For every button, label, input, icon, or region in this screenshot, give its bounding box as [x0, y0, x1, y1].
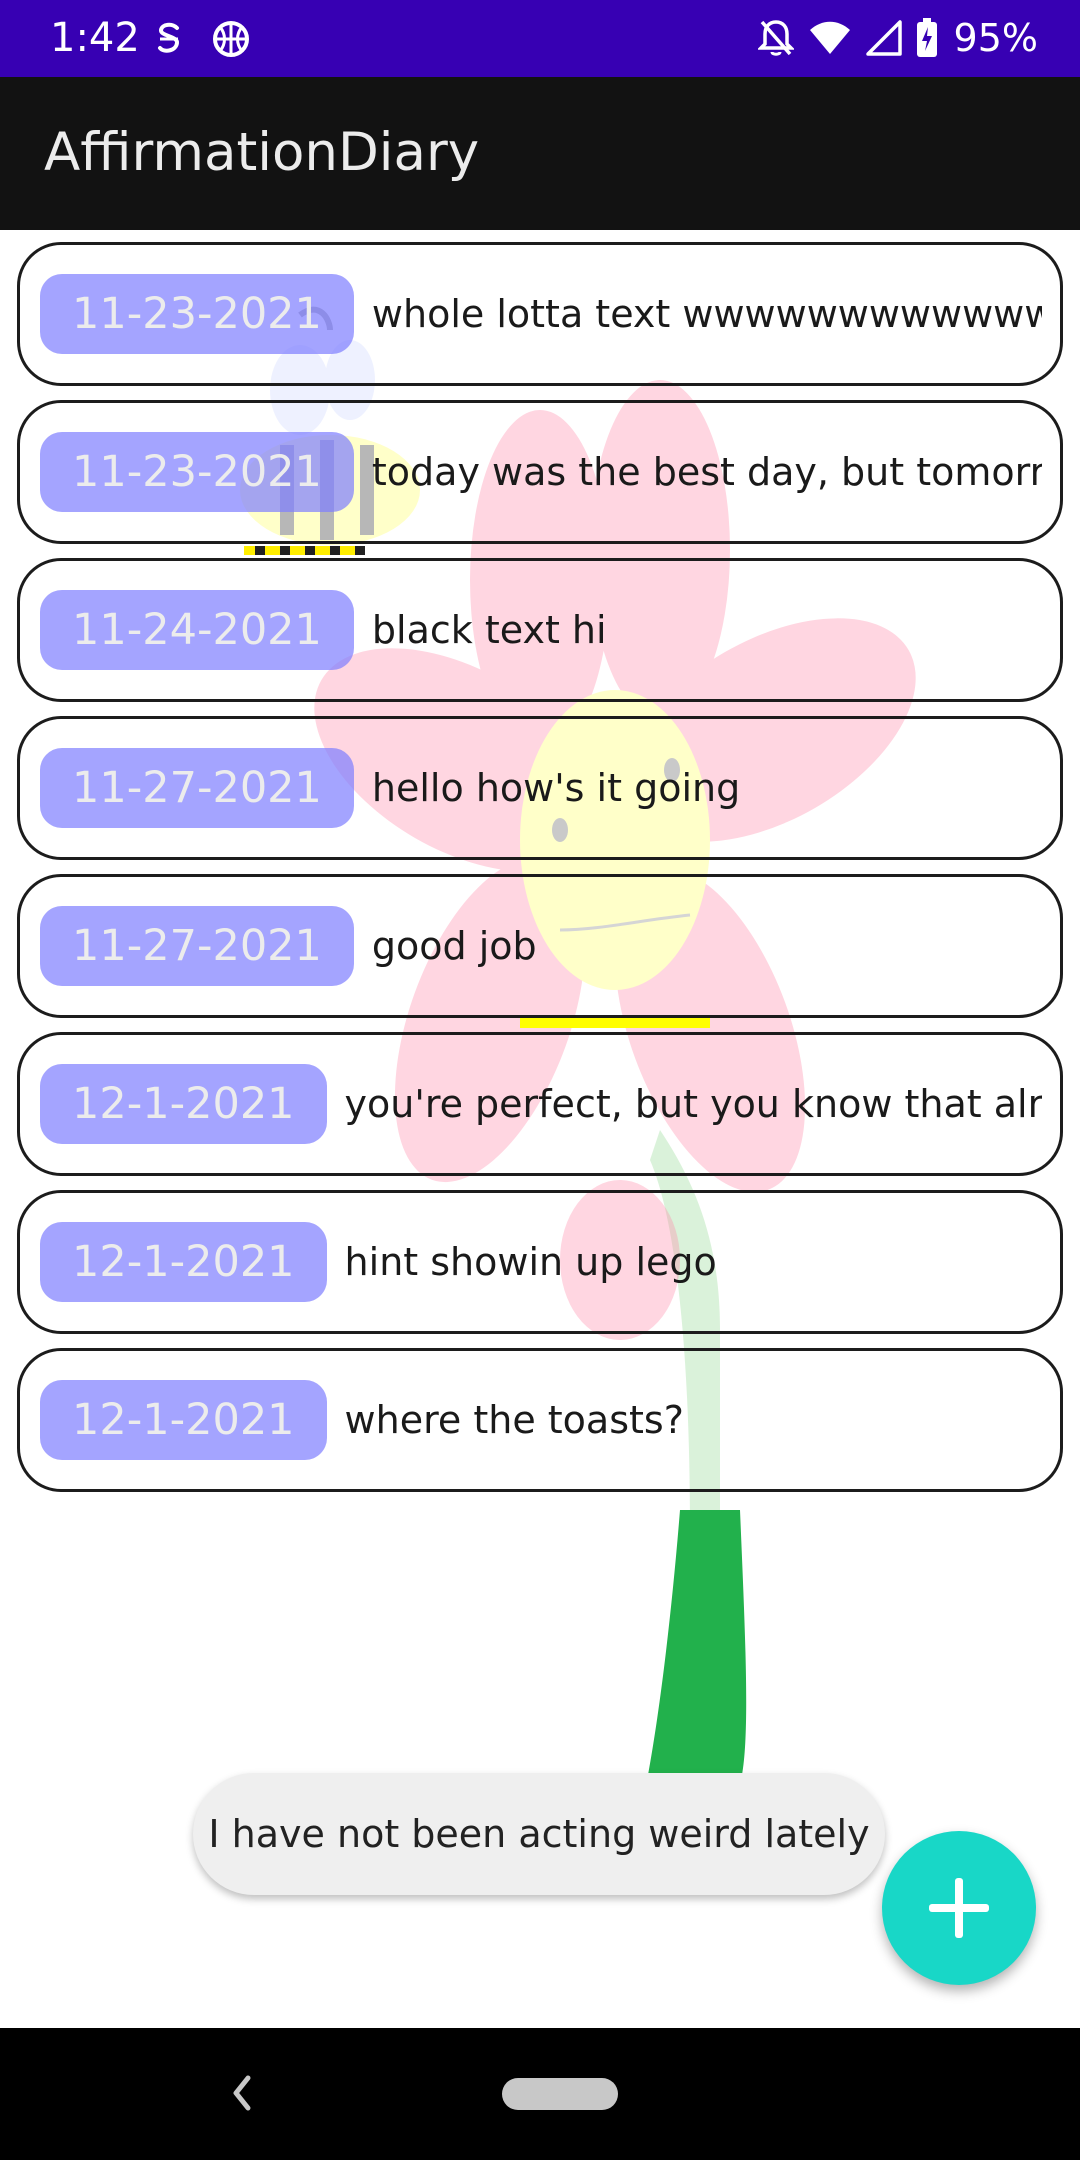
notifications-off-icon [757, 18, 794, 58]
entry-date-chip: 11-27-2021 [40, 748, 354, 828]
app-bar: AffirmationDiary [0, 77, 1080, 230]
entry-card[interactable]: 11-23-2021 whole lotta text wwwwwwwwwwwww… [17, 242, 1063, 386]
entry-card[interactable]: 12-1-2021 hint showin up lego [17, 1190, 1063, 1334]
screen: 1:42 95% AffirmationDiary 11-23-2021 who… [0, 0, 1080, 2160]
plus-icon [929, 1878, 989, 1938]
back-icon[interactable] [222, 2068, 258, 2118]
basketball-icon [212, 20, 250, 58]
entry-card[interactable]: 12-1-2021 where the toasts? [17, 1348, 1063, 1492]
battery-charging-icon [916, 18, 938, 58]
status-icons: 95% [757, 12, 1038, 64]
app-title: AffirmationDiary [44, 122, 480, 183]
entry-date-chip: 12-1-2021 [40, 1222, 327, 1302]
entry-date-chip: 11-23-2021 [40, 432, 354, 512]
entry-text: black text hi [371, 608, 607, 652]
entry-card[interactable]: 12-1-2021 you're perfect, but you know th… [17, 1032, 1063, 1176]
status-bar: 1:42 95% [0, 0, 1080, 77]
cell-signal-icon [865, 20, 902, 56]
toast-message: I have not been acting weird lately [193, 1773, 885, 1895]
entry-card[interactable]: 11-23-2021 today was the best day, but to… [17, 400, 1063, 544]
entry-card[interactable]: 11-27-2021 good job [17, 874, 1063, 1018]
entry-text: good job [371, 924, 537, 968]
entry-card[interactable]: 11-24-2021 black text hi [17, 558, 1063, 702]
entry-text: whole lotta text wwwwwwwwwwwwwwwwwwwwww [371, 292, 1042, 336]
add-entry-button[interactable] [882, 1831, 1036, 1985]
entry-card[interactable]: 11-27-2021 hello how's it going [17, 716, 1063, 860]
entry-text: you're perfect, but you know that alread… [344, 1082, 1042, 1126]
entry-text: today was the best day, but tomorrow is [371, 450, 1042, 494]
entry-text: hello how's it going [371, 766, 741, 810]
battery-percentage: 95% [953, 16, 1038, 60]
notification-app-icon [150, 20, 188, 58]
home-pill-button[interactable] [502, 2078, 618, 2110]
entry-date-chip: 12-1-2021 [40, 1380, 327, 1460]
entry-text: hint showin up lego [344, 1240, 717, 1284]
status-time: 1:42 [50, 15, 140, 61]
entry-date-chip: 12-1-2021 [40, 1064, 327, 1144]
entry-text: where the toasts? [344, 1398, 684, 1442]
wifi-icon [808, 20, 852, 56]
entry-date-chip: 11-27-2021 [40, 906, 354, 986]
entry-date-chip: 11-23-2021 [40, 274, 354, 354]
entry-date-chip: 11-24-2021 [40, 590, 354, 670]
